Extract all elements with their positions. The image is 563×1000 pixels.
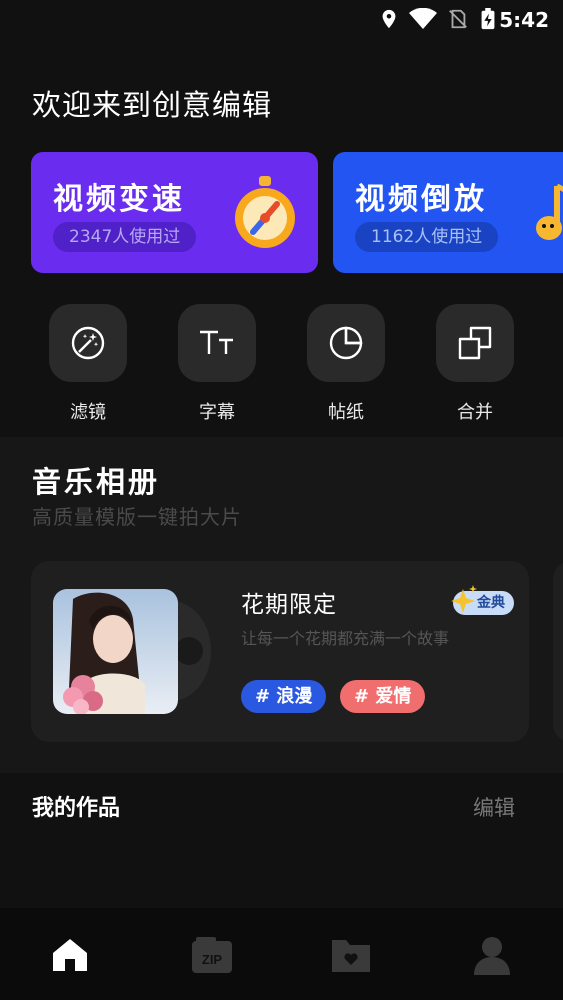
- next-album-card-peek[interactable]: [553, 561, 563, 742]
- no-sim-icon: [449, 9, 467, 29]
- folder-heart-icon: [332, 940, 370, 972]
- tool-merge-button[interactable]: [436, 304, 514, 382]
- user-icon: [474, 937, 510, 975]
- tool-merge[interactable]: 合并: [425, 304, 525, 424]
- nav-home[interactable]: [45, 930, 95, 980]
- feature-card-carousel[interactable]: 视频变速 2347人使用过 视频倒放 1162人使用过: [0, 152, 563, 274]
- wifi-icon: [409, 8, 437, 29]
- gold-badge: 金典: [451, 585, 514, 615]
- svg-text:ZIP: ZIP: [202, 952, 223, 967]
- tool-sticker-button[interactable]: [307, 304, 385, 382]
- tool-label: 合并: [457, 402, 493, 423]
- feature-card-usage: 2347人使用过: [53, 222, 197, 252]
- album-template-card[interactable]: 花期限定 金典 让每一个花期都充满一个故事 # 浪漫 # 爱情: [31, 561, 529, 742]
- feature-card-usage: 1162人使用过: [355, 222, 499, 252]
- album-cover-image: [53, 589, 178, 714]
- feature-card-speed[interactable]: 视频变速 2347人使用过: [31, 152, 318, 273]
- location-icon: [382, 9, 396, 29]
- tool-label: 字幕: [199, 402, 235, 423]
- zip-icon: ZIP: [192, 937, 232, 973]
- filter-magic-icon: [71, 326, 105, 360]
- merge-icon: [458, 326, 492, 360]
- status-time: 5:42: [499, 8, 549, 32]
- nav-zip[interactable]: ZIP: [187, 930, 237, 980]
- feature-card-title: 视频倒放: [355, 182, 487, 217]
- nav-profile[interactable]: [467, 930, 517, 980]
- text-size-icon: [200, 330, 233, 354]
- tool-label: 滤镜: [70, 402, 106, 423]
- tool-sticker[interactable]: 帖纸: [296, 304, 396, 424]
- tool-filter[interactable]: 滤镜: [38, 304, 138, 424]
- album-description: 让每一个花期都充满一个故事: [241, 629, 450, 648]
- feature-card-title: 视频变速: [53, 182, 185, 217]
- music-note-icon: [536, 183, 563, 240]
- album-name: 花期限定: [241, 592, 337, 618]
- feature-card-reverse[interactable]: 视频倒放 1162人使用过: [333, 152, 563, 273]
- home-icon: [53, 939, 87, 971]
- status-bar: 5:42: [0, 0, 563, 40]
- my-works-title: 我的作品: [32, 796, 121, 821]
- edit-button[interactable]: 编辑: [473, 792, 515, 822]
- sticker-icon: [329, 326, 363, 360]
- bottom-nav-bar: ZIP: [0, 908, 563, 1000]
- battery-charging-icon: [481, 8, 495, 30]
- sparkle-icon: [451, 585, 477, 613]
- section-title: 音乐相册: [32, 465, 161, 499]
- welcome-title: 欢迎来到创意编辑: [32, 88, 273, 122]
- tool-label: 帖纸: [328, 402, 364, 423]
- badge-label: 金典: [477, 595, 505, 611]
- tool-subtitle-button[interactable]: [178, 304, 256, 382]
- section-subtitle: 高质量模版一键拍大片: [32, 505, 242, 529]
- tag-romance[interactable]: # 浪漫: [241, 680, 327, 713]
- tool-subtitle[interactable]: 字幕: [167, 304, 267, 424]
- tag-love[interactable]: # 爱情: [340, 680, 426, 713]
- music-album-section: 音乐相册 高质量模版一键拍大片 花期限定 金典 让每一个花期都充满一个故事 # …: [0, 437, 563, 773]
- tool-filter-button[interactable]: [49, 304, 127, 382]
- app-screen: 5:42 欢迎来到创意编辑 视频变速 2347人使用过 视频倒放 1162人使用…: [0, 0, 563, 1000]
- tool-row: 滤镜 字幕 帖纸 合并: [0, 304, 563, 424]
- nav-folder[interactable]: [326, 930, 376, 980]
- stopwatch-icon: [235, 176, 295, 248]
